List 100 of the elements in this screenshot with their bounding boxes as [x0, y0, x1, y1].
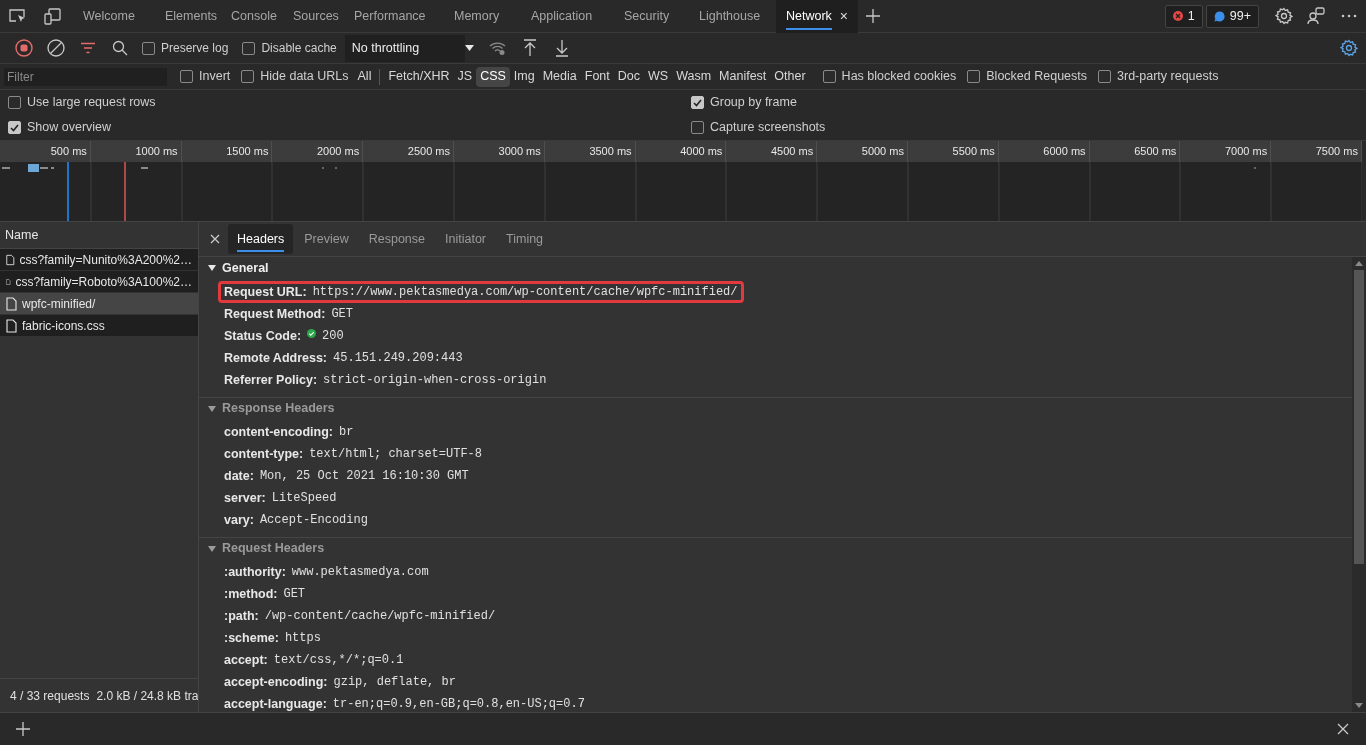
- checkbox[interactable]: [180, 70, 193, 83]
- summary-text: 2.0 kB / 24.8 kB tra: [96, 687, 198, 705]
- detail-tab[interactable]: Timing: [497, 224, 553, 254]
- time-tick-label: 2000 ms: [317, 144, 360, 160]
- panel-tab[interactable]: Network ×: [776, 0, 859, 33]
- add-drawer-tab-button[interactable]: [14, 720, 32, 738]
- header-name: :scheme:: [224, 629, 279, 647]
- expand-triangle-icon: [208, 545, 216, 552]
- scroll-down-icon[interactable]: [1355, 703, 1363, 708]
- detail-tab[interactable]: Response: [359, 224, 434, 254]
- header-name: Referrer Policy:: [224, 371, 318, 389]
- time-tick-label: 1500 ms: [226, 144, 269, 160]
- panel-tab[interactable]: Security: [609, 0, 684, 33]
- errors-counter[interactable]: 1: [1164, 4, 1203, 28]
- column-header[interactable]: Name: [5, 225, 39, 245]
- dropdown-arrow-icon[interactable]: [464, 45, 474, 51]
- request-row[interactable]: wpfc-minified/: [0, 293, 198, 314]
- upload-icon: [522, 39, 537, 57]
- type-filter[interactable]: Font: [580, 66, 614, 87]
- type-filter[interactable]: Img: [509, 66, 539, 87]
- header-value: strict-origin-when-cross-origin: [323, 372, 547, 389]
- time-tick-label: 2500 ms: [407, 144, 450, 160]
- type-filter[interactable]: All: [353, 66, 376, 87]
- panel-tab[interactable]: Console: [216, 0, 278, 33]
- checkbox[interactable]: [691, 96, 704, 109]
- panel-tab[interactable]: Memory: [439, 0, 516, 33]
- checkbox[interactable]: [8, 96, 21, 109]
- download-icon: [554, 39, 569, 57]
- type-filter[interactable]: WS: [644, 66, 673, 87]
- header-name: :authority:: [224, 563, 286, 581]
- header-name: :path:: [224, 607, 259, 625]
- file-icon: [6, 252, 15, 267]
- panel-tab[interactable]: Application: [516, 0, 609, 33]
- checkbox[interactable]: [967, 70, 981, 83]
- type-filter[interactable]: Other: [770, 66, 810, 87]
- time-tick-label: 1000 ms: [135, 144, 178, 160]
- checkbox[interactable]: [8, 121, 21, 134]
- close-tab-button[interactable]: ×: [839, 5, 849, 27]
- type-filter[interactable]: Manifest: [715, 66, 771, 87]
- settings-icon: [1275, 7, 1293, 25]
- header-value: https: [284, 630, 321, 647]
- checkbox[interactable]: [1098, 70, 1112, 83]
- wifi-gear-icon: [488, 40, 507, 56]
- error-icon: [1172, 11, 1183, 21]
- type-filter[interactable]: Fetch/XHR: [384, 66, 454, 87]
- file-icon: [6, 318, 17, 333]
- issues-counter[interactable]: 99+: [1205, 4, 1259, 28]
- panel-tab[interactable]: Welcome: [68, 0, 150, 33]
- scroll-up-icon[interactable]: [1355, 261, 1363, 266]
- request-row[interactable]: css?family=Nunito%3A200%2…: [0, 249, 198, 270]
- file-icon: [6, 296, 17, 311]
- section-header[interactable]: Request Headers: [199, 537, 1352, 559]
- header-name: accept-language:: [224, 695, 327, 712]
- checkbox[interactable]: [241, 70, 255, 83]
- header-name: content-type:: [224, 445, 304, 463]
- section-header[interactable]: Response Headers: [199, 397, 1352, 419]
- detail-tab[interactable]: Headers: [228, 224, 294, 254]
- close-icon: [1337, 723, 1349, 735]
- header-value: br: [339, 424, 354, 441]
- filter-field[interactable]: Filter: [4, 67, 167, 86]
- checkbox[interactable]: [242, 41, 256, 55]
- scrollbar-thumb[interactable]: [1354, 270, 1364, 564]
- request-row[interactable]: fabric-icons.css: [0, 315, 198, 336]
- type-filter[interactable]: JS: [453, 66, 477, 87]
- panel-tab[interactable]: Elements: [150, 0, 216, 33]
- detail-tab[interactable]: Initiator: [436, 224, 495, 254]
- plus-icon: [865, 8, 882, 24]
- time-tick-label: 6000 ms: [1043, 144, 1086, 160]
- header-value: 200: [322, 328, 344, 345]
- header-name: accept:: [224, 651, 268, 669]
- panel-tab[interactable]: Performance: [339, 0, 439, 33]
- detail-tab[interactable]: Preview: [295, 224, 358, 254]
- expand-triangle-icon: [208, 265, 216, 271]
- panel-tab[interactable]: Lighthouse: [684, 0, 776, 33]
- type-filter[interactable]: Media: [538, 66, 581, 87]
- header-value: Accept-Encoding: [259, 512, 368, 529]
- checkbox-label: Disable cache: [261, 40, 337, 57]
- type-filter[interactable]: Wasm: [672, 66, 716, 87]
- section-header[interactable]: General: [199, 257, 1352, 279]
- checkbox-label: Capture screenshots: [710, 119, 826, 137]
- checkbox[interactable]: [142, 41, 155, 55]
- header-value: https://www.pektasmedya.com/wp-content/cache/wpfc-minified/: [312, 284, 738, 301]
- header-name: Status Code:: [224, 327, 302, 345]
- header-value: /wp-content/cache/wpfc-minified/: [264, 608, 496, 625]
- header-value: GET: [331, 306, 353, 323]
- plus-icon: [15, 721, 31, 737]
- header-name: content-encoding:: [224, 423, 333, 441]
- header-value: tr-en;q=0.9,en-GB;q=0.8,en-US;q=0.7: [332, 696, 585, 712]
- type-filter[interactable]: Doc: [613, 66, 644, 87]
- header-value: 45.151.249.209:443: [333, 350, 463, 367]
- panel-tab[interactable]: Sources: [278, 0, 339, 33]
- checkbox-label: Blocked Requests: [986, 68, 1088, 86]
- throttling-dropdown[interactable]: No throttling: [344, 34, 465, 62]
- type-filter[interactable]: CSS: [476, 66, 510, 87]
- close-icon: [210, 234, 220, 244]
- header-name: accept-encoding:: [224, 673, 328, 691]
- checkbox[interactable]: [691, 121, 704, 134]
- checkbox[interactable]: [822, 70, 836, 83]
- header-value: text/html; charset=UTF-8: [309, 446, 482, 463]
- request-row[interactable]: css?family=Roboto%3A100%2…: [0, 271, 198, 292]
